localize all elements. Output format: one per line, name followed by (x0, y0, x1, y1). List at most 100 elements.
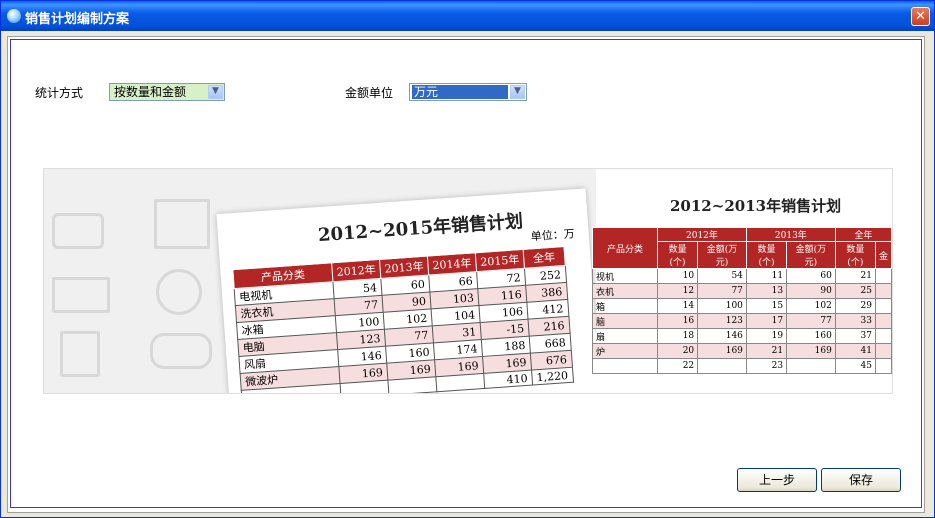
chevron-down-icon[interactable]: ▼ (510, 85, 525, 99)
table-cell: 21 (745, 343, 788, 359)
table-cell: 12 (656, 283, 699, 299)
table-cell: 20 (656, 343, 699, 359)
preview-sheet-two-year: 2012~2013年销售计划 产品分类 2012年 2013年 全年 数量(个) (592, 169, 892, 393)
table-cell: 扇 (592, 328, 658, 344)
table-cell (697, 358, 747, 374)
sheet-unit: 单位：万 (530, 227, 576, 244)
stat-method-select[interactable]: 按数量和金额 ▼ (109, 83, 225, 101)
table-cell: 19 (745, 328, 788, 344)
table-cell: 18 (656, 328, 699, 344)
table-cell (874, 358, 892, 374)
sheet-title: 2012~2015年销售计划 (317, 210, 524, 247)
table-cell: 160 (786, 328, 836, 344)
table-header: 数量(个) (656, 241, 699, 269)
table-cell (874, 268, 892, 284)
coin-icon (156, 269, 202, 315)
table-cell: 90 (786, 283, 836, 299)
table-cell: 23 (745, 358, 788, 374)
table-cell (435, 373, 485, 392)
table-header: 全年 (834, 227, 892, 242)
table-cell: 100 (697, 298, 747, 314)
table-cell: 410 (483, 370, 533, 389)
telephone-icon (150, 333, 212, 369)
table-cell: 77 (786, 313, 836, 329)
table-header: 产品分类 (592, 227, 658, 269)
stat-method-label: 统计方式 (35, 86, 84, 100)
table-row: 箱 14 100 15 102 29 (592, 298, 892, 314)
table-cell (387, 376, 437, 393)
table-cell (874, 328, 892, 344)
table-cell: 衣机 (592, 283, 658, 299)
stat-method-value: 按数量和金额 (114, 85, 187, 99)
amount-unit-value: 万元 (412, 85, 508, 99)
table-header: 金 (874, 241, 892, 269)
table-cell: 11 (745, 268, 788, 284)
table-header: 金额(万元) (697, 241, 747, 269)
table-cell: 37 (834, 328, 876, 344)
table-cell (874, 283, 892, 299)
table-cell: 14 (656, 298, 699, 314)
chevron-down-icon[interactable]: ▼ (208, 85, 223, 99)
prev-step-button[interactable]: 上一步 (737, 468, 817, 492)
table-cell: 102 (786, 298, 836, 314)
table-cell (874, 313, 892, 329)
table-header: 数量(个) (745, 241, 788, 269)
table-row: 炉 20 169 21 169 41 (592, 343, 892, 359)
mail-icon (52, 277, 110, 313)
table-cell: 15 (745, 298, 788, 314)
table-cell: 10 (656, 268, 699, 284)
table-cell: 60 (786, 268, 836, 284)
table-cell: 13 (745, 283, 788, 299)
table-row: 扇 18 146 19 160 37 (592, 328, 892, 344)
table-cell: 箱 (592, 298, 658, 314)
table-cell: 16 (656, 313, 699, 329)
table-cell: 41 (834, 343, 876, 359)
table-cell: 17 (745, 313, 788, 329)
table-cell (340, 380, 389, 393)
table-cell (592, 358, 658, 374)
table-cell: 脑 (592, 313, 658, 329)
amount-unit-label: 金额单位 (345, 86, 394, 100)
calculator-icon (60, 331, 100, 377)
table-cell: 45 (834, 358, 876, 374)
sheet-title: 2012~2013年销售计划 (670, 197, 842, 215)
table-cell (786, 358, 836, 374)
table-header: 2012年 (657, 227, 747, 242)
preview-sheet-multi-year: 2012~2015年销售计划 单位：万 产品分类 2012年 2013年 201… (216, 188, 602, 393)
table-cell: 25 (834, 283, 876, 299)
table-cell: 169 (786, 343, 836, 359)
app-icon (7, 9, 21, 23)
template-preview-image: 2012~2015年销售计划 单位：万 产品分类 2012年 2013年 201… (43, 168, 893, 394)
table-cell: 146 (697, 328, 747, 344)
contact-card-icon (52, 213, 104, 249)
background-icons (44, 169, 244, 393)
table-cell: 54 (697, 268, 747, 284)
table-cell: 22 (656, 358, 699, 374)
dialog-content: 统计方式 按数量和金额 ▼ 金额单位 万元 ▼ 2012~2015年销售计划 单… (7, 36, 925, 513)
table-cell: 29 (834, 298, 876, 314)
table-cell: 炉 (592, 343, 658, 359)
close-button[interactable]: ✕ (911, 7, 930, 26)
table-cell: 169 (697, 343, 747, 359)
table-header: 金额(万元) (786, 241, 836, 269)
table-cell: 77 (697, 283, 747, 299)
table-cell: 33 (834, 313, 876, 329)
amount-unit-select[interactable]: 万元 ▼ (409, 83, 527, 101)
table-row: 衣机 12 77 13 90 25 (592, 283, 892, 299)
table-cell (874, 343, 892, 359)
table-cell: 1,220 (531, 367, 574, 386)
table-cell: 21 (834, 268, 876, 284)
save-button[interactable]: 保存 (821, 468, 901, 492)
bar-chart-icon (154, 199, 210, 249)
table-row: 脑 16 123 17 77 33 (592, 313, 892, 329)
title-bar[interactable]: 销售计划编制方案 ✕ (1, 1, 934, 31)
table-cell (874, 298, 892, 314)
table-cell: 123 (697, 313, 747, 329)
table-row: 视机 10 54 11 60 21 (592, 268, 892, 284)
table-header: 数量(个) (834, 241, 876, 269)
options-group: 统计方式 按数量和金额 ▼ 金额单位 万元 ▼ 2012~2015年销售计划 单… (10, 39, 922, 508)
table-row: 22 23 45 (592, 358, 892, 374)
sheet-table: 产品分类 2012年 2013年 全年 数量(个) 金额(万元) 数量(个) 金… (592, 227, 892, 374)
table-cell: 视机 (592, 268, 658, 284)
window-title: 销售计划编制方案 (25, 12, 130, 27)
